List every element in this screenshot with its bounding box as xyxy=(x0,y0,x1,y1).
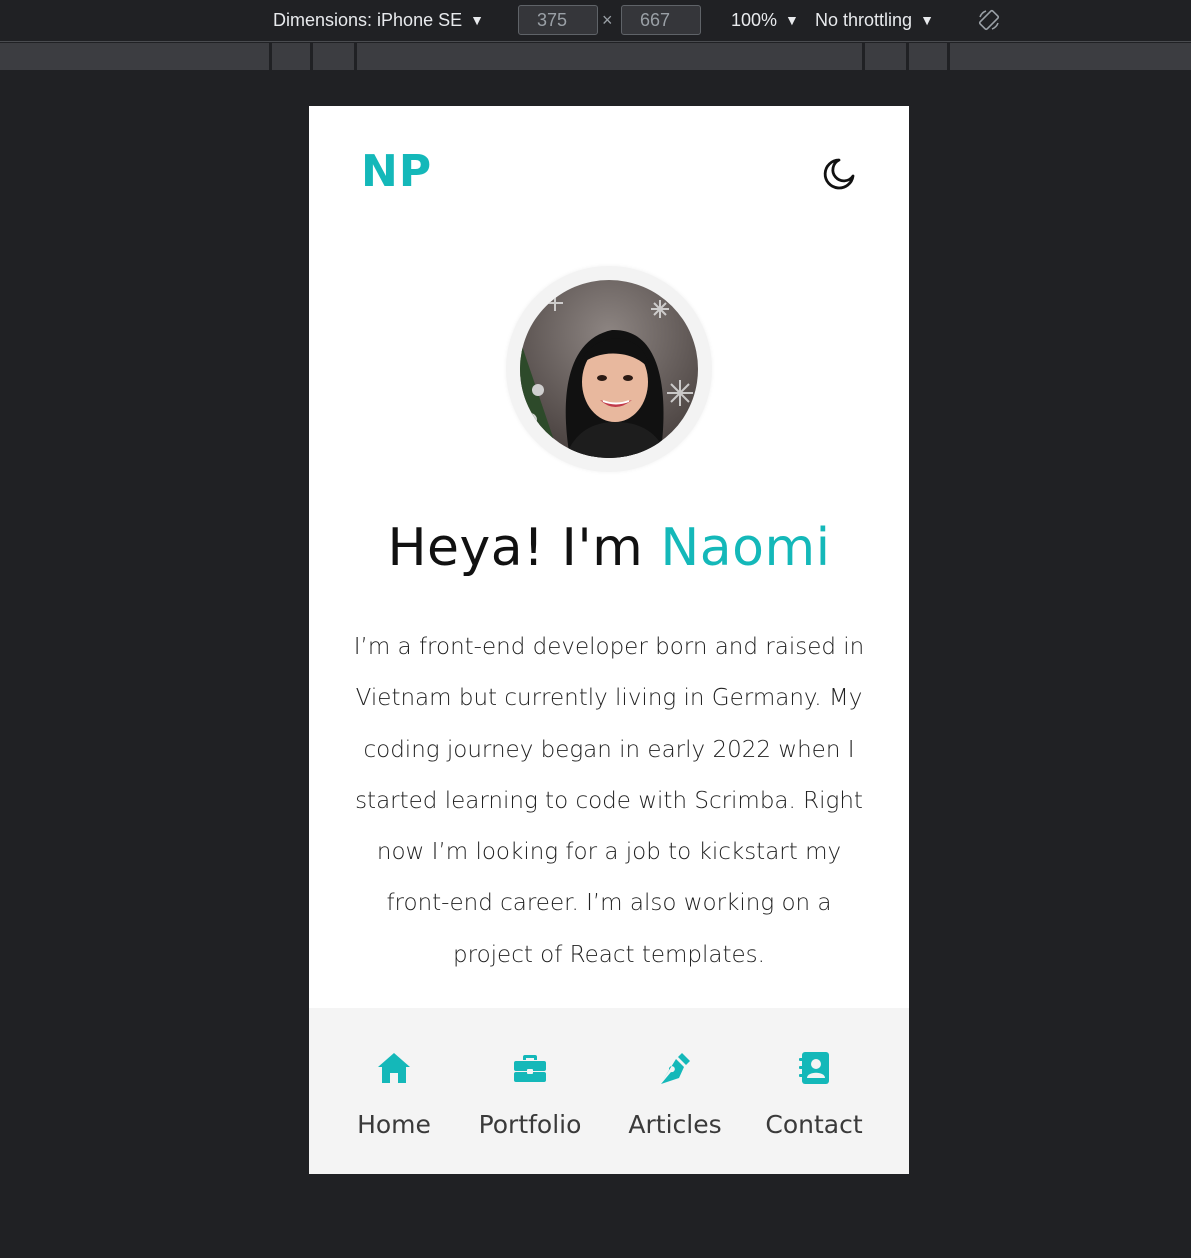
home-icon xyxy=(378,1053,410,1083)
zoom-label: 100% xyxy=(731,9,778,30)
media-query-ruler xyxy=(0,43,1191,70)
nav-label-home: Home xyxy=(357,1110,431,1139)
dimensions-label: Dimensions: iPhone SE xyxy=(273,9,463,30)
width-input[interactable]: 375 xyxy=(518,5,598,35)
site-logo[interactable]: NP xyxy=(361,146,432,197)
bottom-navigation: Home Portfolio Articles Contact xyxy=(309,1008,909,1174)
throttling-dropdown[interactable]: No throttling ▼ xyxy=(815,0,934,40)
profile-photo-frame xyxy=(506,266,712,472)
height-input[interactable]: 667 xyxy=(621,5,701,35)
nav-item-articles[interactable]: Articles xyxy=(627,1008,723,1174)
nav-label-portfolio: Portfolio xyxy=(478,1110,582,1139)
chevron-down-icon: ▼ xyxy=(785,12,799,28)
bio-paragraph: I’m a front-end developer born and raise… xyxy=(353,634,865,968)
chevron-down-icon: ▼ xyxy=(470,12,484,28)
rotate-icon-glyph xyxy=(978,9,1000,31)
rotate-icon[interactable] xyxy=(977,0,1001,40)
nav-label-articles: Articles xyxy=(628,1110,722,1139)
chevron-down-icon: ▼ xyxy=(920,12,934,28)
zoom-dropdown[interactable]: 100% ▼ xyxy=(731,0,799,40)
moon-icon xyxy=(823,158,855,190)
devtools-device-toolbar: Dimensions: iPhone SE ▼ 375 × 667 100% ▼… xyxy=(0,0,1191,42)
nav-item-portfolio[interactable]: Portfolio xyxy=(475,1008,585,1174)
address-book-icon xyxy=(799,1052,829,1084)
times-icon: × xyxy=(602,9,613,30)
briefcase-icon xyxy=(514,1055,546,1082)
throttling-label: No throttling xyxy=(815,9,913,30)
hero-heading: Heya! I'm Naomi xyxy=(309,518,909,578)
device-dimensions-dropdown[interactable]: Dimensions: iPhone SE ▼ xyxy=(273,0,484,40)
heading-name: Naomi xyxy=(660,518,831,578)
theme-toggle-button[interactable] xyxy=(819,154,859,194)
nav-item-home[interactable]: Home xyxy=(353,1008,435,1174)
heading-greeting: Heya! I'm xyxy=(387,518,644,578)
pen-nib-icon xyxy=(661,1053,690,1084)
nav-item-contact[interactable]: Contact xyxy=(765,1008,863,1174)
nav-label-contact: Contact xyxy=(765,1110,863,1139)
device-viewport: NP Heya! I'm Naomi I’m a front-end devel… xyxy=(309,106,909,1174)
profile-photo-image xyxy=(520,280,698,458)
profile-photo xyxy=(520,280,698,458)
